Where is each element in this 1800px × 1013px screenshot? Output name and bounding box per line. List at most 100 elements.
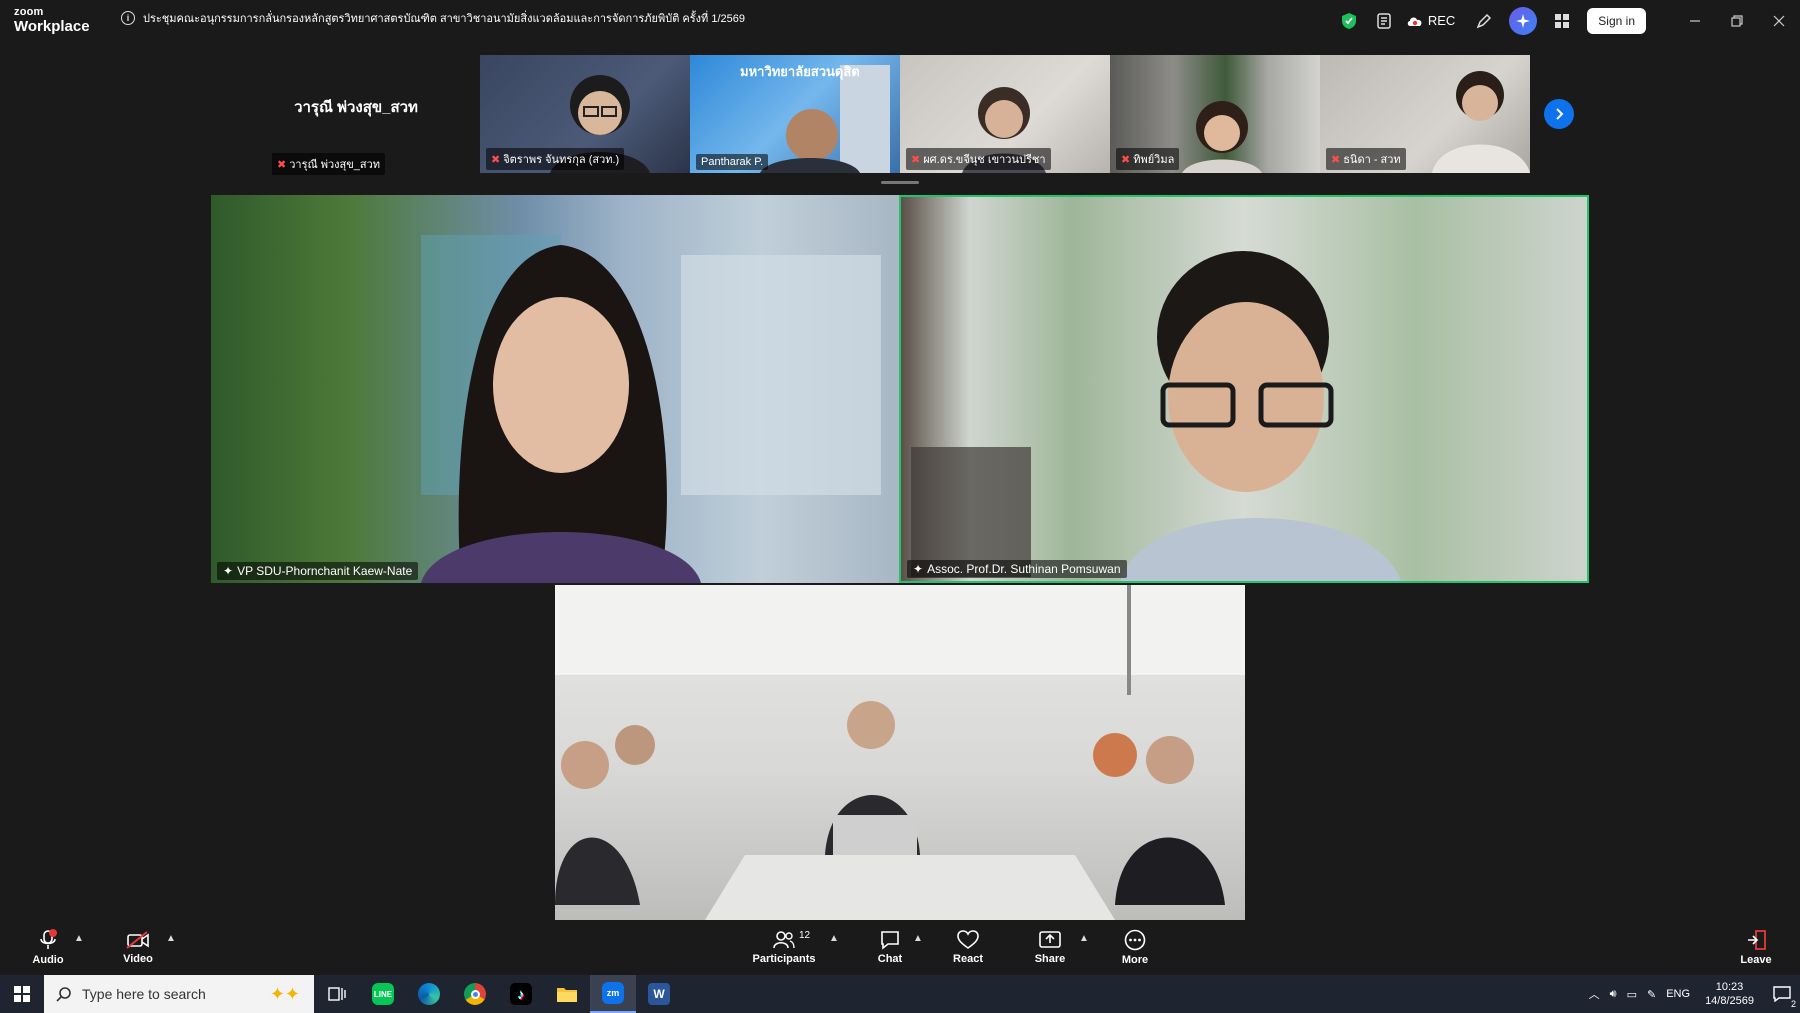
video-button[interactable]: Video	[120, 920, 156, 975]
thumb-label-text: Pantharak P.	[701, 156, 764, 168]
mic-muted-icon: ✖	[491, 153, 501, 166]
share-label: Share	[1034, 953, 1066, 965]
search-placeholder: Type here to search	[82, 986, 206, 1002]
meeting-toolbar: Audio ▲ Video ▲ Participants 12 ▲ Chat ▲…	[0, 920, 1800, 975]
cloud-recording-indicator[interactable]: REC	[1406, 13, 1455, 28]
heart-icon	[957, 930, 979, 949]
notification-count: 2	[1790, 999, 1796, 1009]
thumb-label-text: จิตราพร จันทรกุล (สวท.)	[503, 154, 620, 166]
volume-icon[interactable]: 🔊︎	[1605, 988, 1622, 1001]
notifications-button[interactable]: 2	[1764, 975, 1800, 1013]
taskbar-search-box[interactable]: Type here to search ✦✦	[44, 975, 314, 1013]
line-app-icon[interactable]: LINE	[360, 975, 406, 1013]
chat-options-chevron-icon[interactable]: ▲	[913, 933, 923, 944]
edge-browser-icon[interactable]	[406, 975, 452, 1013]
tray-overflow-chevron-icon[interactable]: ︿	[1584, 986, 1605, 1002]
chrome-browser-icon[interactable]	[452, 975, 498, 1013]
task-view-icon[interactable]	[314, 975, 360, 1013]
logo-zoom-text: zoom	[14, 6, 44, 18]
more-button[interactable]: More	[1117, 920, 1153, 975]
video-label-text: Assoc. Prof.Dr. Suthinan Pomsuwan	[927, 562, 1121, 576]
video-label-text: VP SDU-Phornchanit Kaew-Nate	[237, 564, 413, 578]
participants-count: 12	[799, 930, 811, 941]
rec-label: REC	[1427, 13, 1456, 28]
self-view-label: ✖ วารุณี พ่วงสุข_สวท	[272, 153, 386, 175]
video-camera-off-icon	[126, 931, 149, 949]
microphone-icon	[40, 929, 57, 949]
clock-date: 14/8/2569	[1705, 995, 1754, 1007]
logo-workplace-text: Workplace	[14, 18, 90, 35]
participant-thumb[interactable]: ✖ ผศ.ดร.ขจีนุช เขาวนปรีชา	[900, 55, 1110, 173]
mic-muted-icon: ✖	[1121, 153, 1131, 166]
input-language[interactable]: ENG	[1661, 988, 1695, 1000]
filmstrip-resize-handle[interactable]	[881, 181, 919, 184]
participant-thumb[interactable]: ✖ ทิพย์วิมล	[1110, 55, 1320, 173]
leave-button[interactable]: Leave	[1738, 920, 1774, 975]
zoom-app-icon[interactable]: zm	[590, 975, 636, 1013]
mic-muted-icon: ✖	[911, 153, 921, 166]
participant-video-image	[421, 235, 881, 583]
pen-icon[interactable]: ✎	[1642, 988, 1661, 1001]
network-icon[interactable]: ▭	[1622, 988, 1642, 1001]
thumb-label: ✖ ธนิดา - สวท	[1326, 148, 1406, 170]
tiktok-app-icon[interactable]: ♪	[498, 975, 544, 1013]
system-tray: ︿ 🔊︎ ▭ ✎ ENG 10:23 14/8/2569 2	[1584, 975, 1800, 1013]
info-icon[interactable]: i	[121, 11, 135, 25]
video-tile-active-speaker[interactable]: ✦ Assoc. Prof.Dr. Suthinan Pomsuwan	[899, 195, 1589, 583]
restore-icon[interactable]	[1716, 0, 1758, 41]
self-display-name: วารุณี พ่วงสุข_สวท	[294, 99, 418, 116]
share-screen-icon	[1039, 931, 1061, 948]
participant-thumb[interactable]: มหาวิทยาลัยสวนดุสิต Pantharak P.	[690, 55, 900, 173]
self-label-text: วารุณี พ่วงสุข_สวท	[289, 159, 381, 171]
more-dots-icon	[1124, 929, 1146, 951]
mic-muted-icon: ✖	[277, 158, 287, 171]
audio-button[interactable]: Audio	[30, 920, 66, 975]
meeting-info[interactable]: i ประชุมคณะอนุกรรมการกลั่นกรองหลักสูตรวิ…	[121, 9, 745, 27]
minimize-icon[interactable]	[1674, 0, 1716, 41]
search-highlight-icon: ✦✦	[269, 983, 300, 1004]
thumb-label: ✖ ผศ.ดร.ขจีนุช เขาวนปรีชา	[906, 148, 1051, 170]
chat-label: Chat	[877, 953, 903, 965]
close-icon[interactable]	[1758, 0, 1800, 41]
sign-in-button[interactable]: Sign in	[1587, 7, 1646, 34]
participants-options-chevron-icon[interactable]: ▲	[829, 933, 839, 944]
cloud-icon	[1407, 16, 1422, 26]
participants-label: Participants	[752, 953, 816, 965]
video-tile[interactable]: ✦ VP SDU-Phornchanit Kaew-Nate	[211, 195, 899, 583]
thumb-label: Pantharak P.	[696, 154, 769, 170]
thumb-background-text: มหาวิทยาลัยสวนดุสิต	[740, 64, 860, 79]
filmstrip-next-button[interactable]	[1544, 99, 1574, 129]
audio-options-chevron-icon[interactable]: ▲	[74, 933, 84, 944]
security-shield-icon[interactable]	[1334, 6, 1364, 36]
more-label: More	[1121, 954, 1149, 966]
participant-thumb[interactable]: ✖ จิตราพร จันทรกุล (สวท.)	[480, 55, 690, 173]
share-button[interactable]: Share	[1032, 920, 1068, 975]
notes-icon[interactable]	[1370, 6, 1400, 36]
windows-start-button[interactable]	[0, 975, 44, 1013]
react-button[interactable]: React	[950, 920, 986, 975]
participant-thumb[interactable]: ✖ ธนิดา - สวท	[1320, 55, 1530, 173]
mic-muted-icon: ✖	[1331, 153, 1341, 166]
taskbar-clock[interactable]: 10:23 14/8/2569	[1695, 980, 1764, 1009]
participant-video-image	[555, 585, 1245, 920]
video-label: Video	[123, 953, 153, 965]
file-explorer-icon[interactable]	[544, 975, 590, 1013]
ai-companion-icon[interactable]	[1509, 6, 1538, 35]
chevron-right-icon	[1556, 108, 1564, 120]
share-options-chevron-icon[interactable]: ▲	[1079, 933, 1089, 944]
zoom-logo: zoom Workplace	[14, 6, 90, 35]
annotate-icon[interactable]	[1469, 6, 1499, 36]
pin-icon: ✦	[223, 564, 234, 578]
video-tile[interactable]	[555, 585, 1245, 920]
windows-taskbar: Type here to search ✦✦ LINE ♪ zm W ︿ 🔊︎ …	[0, 975, 1800, 1013]
video-options-chevron-icon[interactable]: ▲	[166, 933, 176, 944]
thumb-label: ✖ ทิพย์วิมล	[1116, 148, 1180, 170]
apps-grid-icon[interactable]	[1547, 6, 1577, 36]
clock-time: 10:23	[1715, 980, 1744, 993]
participants-button[interactable]: Participants	[751, 920, 817, 975]
chat-button[interactable]: Chat	[872, 920, 908, 975]
thumb-label-text: ธนิดา - สวท	[1343, 154, 1401, 166]
word-app-icon[interactable]: W	[636, 975, 682, 1013]
leave-door-icon	[1748, 930, 1766, 950]
meeting-title: ประชุมคณะอนุกรรมการกลั่นกรองหลักสูตรวิทย…	[143, 13, 745, 25]
